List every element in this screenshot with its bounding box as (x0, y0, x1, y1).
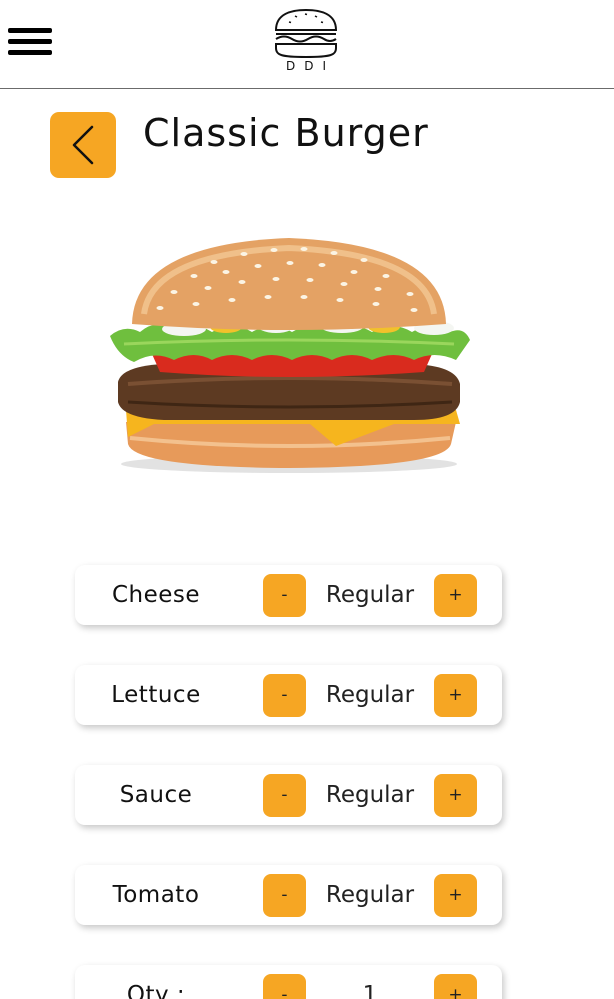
sauce-increase-button[interactable]: + (434, 774, 477, 817)
burger-image (110, 238, 470, 473)
option-label: Lettuce (111, 682, 201, 708)
option-label: Cheese (111, 582, 201, 608)
cheese-increase-button[interactable]: + (434, 574, 477, 617)
quantity-increase-button[interactable]: + (434, 974, 477, 999)
quantity-row: Qty : - 1 + (75, 965, 502, 999)
header: DDI (0, 0, 614, 89)
option-label: Sauce (119, 782, 193, 808)
hamburger-menu-icon[interactable] (8, 28, 52, 58)
page-title: Classic Burger (143, 111, 429, 155)
tomato-decrease-button[interactable]: - (263, 874, 306, 917)
lettuce-decrease-button[interactable]: - (263, 674, 306, 717)
logo-text: DDI (285, 59, 336, 73)
option-row-tomato: Tomato - Regular + (75, 865, 502, 925)
quantity-label: Qty : (126, 982, 186, 999)
tomato-increase-button[interactable]: + (434, 874, 477, 917)
cheese-decrease-button[interactable]: - (263, 574, 306, 617)
cheese-amount: Regular (325, 582, 415, 608)
option-row-cheese: Cheese - Regular + (75, 565, 502, 625)
lettuce-amount: Regular (325, 682, 415, 708)
page: DDI Classic Burger Cheese - Regular + Le… (0, 0, 614, 999)
option-row-lettuce: Lettuce - Regular + (75, 665, 502, 725)
logo[interactable]: DDI (270, 8, 342, 78)
option-label: Tomato (112, 882, 200, 908)
burger-logo-icon (274, 8, 338, 58)
option-row-sauce: Sauce - Regular + (75, 765, 502, 825)
quantity-value: 1 (362, 982, 378, 999)
sauce-amount: Regular (325, 782, 415, 808)
sauce-decrease-button[interactable]: - (263, 774, 306, 817)
back-button[interactable] (50, 112, 116, 178)
lettuce-increase-button[interactable]: + (434, 674, 477, 717)
quantity-decrease-button[interactable]: - (263, 974, 306, 999)
chevron-left-icon (72, 125, 94, 165)
tomato-amount: Regular (325, 882, 415, 908)
